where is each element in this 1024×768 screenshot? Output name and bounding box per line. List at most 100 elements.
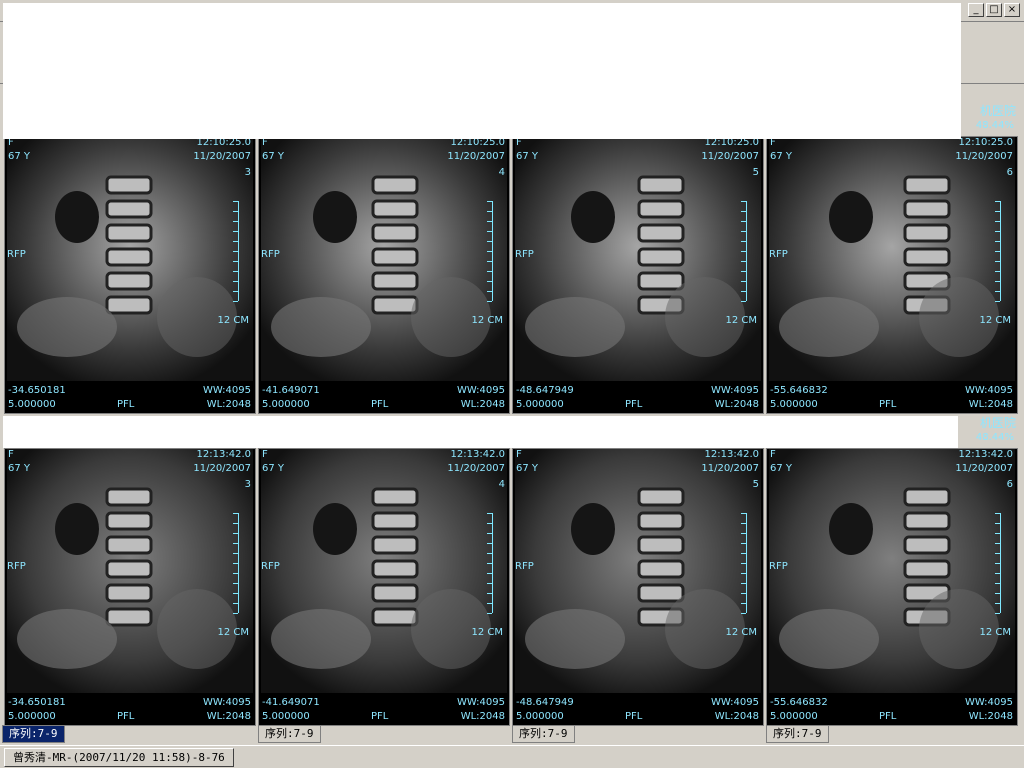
series-tab[interactable]: 序列:7-9 (258, 725, 321, 743)
mr-image (769, 449, 1015, 693)
sex-label: F (262, 449, 268, 460)
scale-ruler (739, 513, 747, 614)
image-cell[interactable]: 12:10:25.0 F 67 Y 11/20/2007 6 RFP 12 CM -55.64… (766, 136, 1018, 414)
date-label: 11/20/2007 (447, 151, 505, 162)
scale-ruler (739, 201, 747, 302)
window-level-label: WL:2048 (460, 399, 505, 410)
position-label: -48.647949 (516, 385, 574, 396)
side-label: RFP (7, 561, 26, 572)
time-label: 12:13:42.0 (450, 449, 505, 460)
image-number: 5 (752, 167, 759, 178)
image-number: 4 (498, 479, 505, 490)
study-tab[interactable]: 曾秀清-MR-(2007/11/20 11:58)-8-76 (4, 748, 234, 767)
scale-label: 12 CM (471, 627, 503, 638)
age-label: 67 Y (516, 151, 539, 162)
sex-label: F (516, 449, 522, 460)
scale-ruler (231, 513, 239, 614)
date-label: 11/20/2007 (193, 151, 251, 162)
orientation-label: PFL (371, 711, 389, 722)
image-number: 5 (752, 479, 759, 490)
orientation-label: PFL (625, 399, 643, 410)
date-label: 11/20/2007 (447, 463, 505, 474)
scale-label: 12 CM (217, 627, 249, 638)
orientation-label: PFL (879, 711, 897, 722)
sex-label: F (8, 449, 14, 460)
thickness-label: 5.000000 (8, 399, 56, 410)
orientation-label: PFL (117, 399, 135, 410)
position-label: -48.647949 (516, 697, 574, 708)
position-label: -41.649071 (262, 697, 320, 708)
minimize-button[interactable]: _ (968, 3, 984, 17)
series-tabs: 序列:7-9 序列:7-9 序列:7-9 序列:7-9 (2, 725, 1022, 743)
mr-image (7, 137, 253, 381)
sex-label: F (770, 449, 776, 460)
side-label: RFP (261, 249, 280, 260)
maximize-button[interactable]: □ (986, 3, 1002, 17)
window-width-label: WW:4095 (456, 385, 505, 396)
mr-image (515, 449, 761, 693)
date-label: 11/20/2007 (701, 151, 759, 162)
image-number: 6 (1006, 479, 1013, 490)
thickness-label: 5.000000 (770, 399, 818, 410)
image-number: 6 (1006, 167, 1013, 178)
close-button[interactable]: × (1004, 3, 1020, 17)
image-cell[interactable]: 12:13:42.0 F 67 Y 11/20/2007 3 RFP 12 CM -34.65… (4, 448, 256, 726)
window-width-label: WW:4095 (456, 697, 505, 708)
zoom-label: 48.44% (975, 120, 1014, 131)
age-label: 67 Y (262, 463, 285, 474)
image-cell[interactable]: 12:13:42.0 F 67 Y 11/20/2007 6 RFP 12 CM -55.64… (766, 448, 1018, 726)
series-tab[interactable]: 序列:7-9 (766, 725, 829, 743)
time-label: 12:10:25.0 (958, 137, 1013, 148)
window-level-label: WL:2048 (206, 711, 251, 722)
image-cell[interactable]: 12:10:25.0 F 67 Y 11/20/2007 5 RFP 12 CM -48.64… (512, 136, 764, 414)
orientation-label: PFL (879, 399, 897, 410)
position-label: -55.646832 (770, 385, 828, 396)
series-tab[interactable]: 序列:7-9 (2, 725, 65, 743)
date-label: 11/20/2007 (955, 151, 1013, 162)
window-level-label: WL:2048 (968, 399, 1013, 410)
date-label: 11/20/2007 (701, 463, 759, 474)
age-label: 67 Y (8, 151, 31, 162)
side-label: RFP (7, 249, 26, 260)
window-width-label: WW:4095 (202, 697, 251, 708)
image-cell[interactable]: 12:13:42.0 F 67 Y 11/20/2007 4 RFP 12 CM -41.64… (258, 448, 510, 726)
image-cell[interactable]: 12:13:42.0 F 67 Y 11/20/2007 5 RFP 12 CM -48.64… (512, 448, 764, 726)
scale-ruler (485, 201, 493, 302)
image-cell[interactable]: 12:10:25.0 F 67 Y 11/20/2007 3 RFP 12 CM -34.65… (4, 136, 256, 414)
scale-ruler (231, 201, 239, 302)
hospital-label: 机医院 (979, 416, 1016, 430)
scale-ruler (485, 513, 493, 614)
window-level-label: WL:2048 (206, 399, 251, 410)
orientation-label: PFL (117, 711, 135, 722)
mr-image (7, 449, 253, 693)
thickness-label: 5.000000 (262, 711, 310, 722)
window-width-label: WW:4095 (964, 385, 1013, 396)
scale-label: 12 CM (725, 315, 757, 326)
side-label: RFP (515, 249, 534, 260)
window-level-label: WL:2048 (714, 711, 759, 722)
side-label: RFP (769, 561, 788, 572)
series-tab[interactable]: 序列:7-9 (512, 725, 575, 743)
time-label: 12:13:42.0 (958, 449, 1013, 460)
window-width-label: WW:4095 (202, 385, 251, 396)
scale-ruler (993, 513, 1001, 614)
masked-header-2 (3, 416, 958, 448)
window-controls: _ □ × (968, 3, 1020, 17)
position-label: -41.649071 (262, 385, 320, 396)
position-label: -34.650181 (8, 385, 66, 396)
thickness-label: 5.000000 (516, 399, 564, 410)
image-cell[interactable]: 12:10:25.0 F 67 Y 11/20/2007 4 RFP 12 CM -41.64… (258, 136, 510, 414)
status-bar: 曾秀清-MR-(2007/11/20 11:58)-8-76 (0, 745, 1024, 768)
age-label: 67 Y (262, 151, 285, 162)
window-width-label: WW:4095 (710, 385, 759, 396)
thickness-label: 5.000000 (8, 711, 56, 722)
masked-header-1 (3, 3, 961, 139)
orientation-label: PFL (625, 711, 643, 722)
side-label: RFP (515, 561, 534, 572)
date-label: 11/20/2007 (955, 463, 1013, 474)
window-level-label: WL:2048 (460, 711, 505, 722)
thickness-label: 5.000000 (516, 711, 564, 722)
mr-image (261, 137, 507, 381)
thickness-label: 5.000000 (770, 711, 818, 722)
scale-label: 12 CM (471, 315, 503, 326)
